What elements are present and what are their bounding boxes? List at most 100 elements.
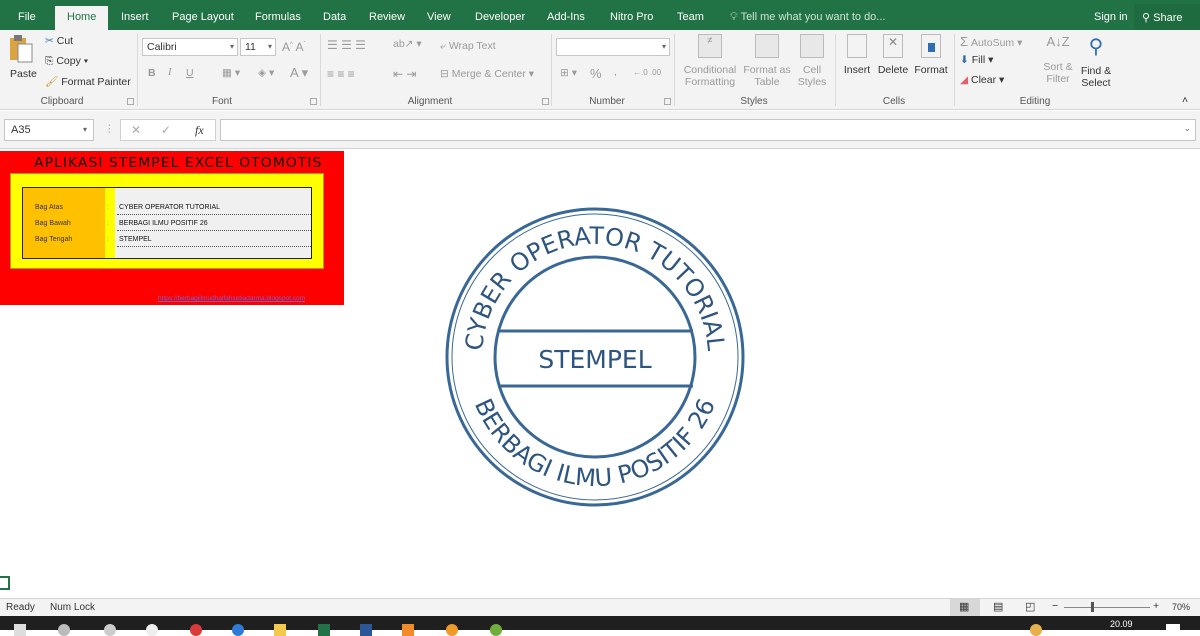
fill-button[interactable]: ⬇ Fill ▾ (960, 54, 993, 66)
tab-team[interactable]: Team (677, 0, 704, 30)
group-label-number: Number (589, 96, 625, 107)
tray-icon[interactable] (1030, 624, 1042, 636)
app-icon-green[interactable] (490, 624, 502, 636)
app-icon-orange[interactable] (402, 624, 414, 636)
insert-function-icon[interactable]: fx (195, 123, 204, 138)
notification-icon[interactable] (1166, 624, 1180, 630)
tab-data[interactable]: Data (323, 0, 346, 30)
start-icon[interactable] (14, 624, 26, 636)
page-break-view-icon[interactable]: ◰ (1025, 600, 1035, 613)
tab-home[interactable]: Home (55, 6, 109, 30)
active-cell-a35[interactable] (0, 576, 10, 590)
search-icon[interactable] (58, 624, 70, 636)
word-icon[interactable] (360, 624, 372, 636)
comma-button[interactable]: , (614, 66, 617, 78)
decimal-icons[interactable]: ←.0 .00 (633, 68, 661, 77)
zoom-slider[interactable] (1064, 607, 1150, 608)
merge-icon: ⊟ (440, 68, 449, 80)
horizontal-align-icons[interactable]: ≡ ≡ ≡ (327, 67, 355, 81)
cut-button[interactable]: ✂ Cut (45, 35, 73, 47)
tab-add-ins[interactable]: Add-Ins (547, 0, 585, 30)
zoom-level[interactable]: 70% (1172, 602, 1190, 612)
zoom-in-button[interactable]: + (1153, 600, 1159, 612)
fill-color-icon[interactable]: ◈ ▾ (258, 67, 274, 79)
vertical-align-icons[interactable]: ☰ ☰ ☰ (327, 38, 366, 52)
stamp-graphic: CYBER OPERATOR TUTORIAL BERBAGI ILMU POS… (445, 207, 745, 507)
indent-icons[interactable]: ⇤ ⇥ (393, 67, 416, 81)
store-icon[interactable] (146, 624, 158, 636)
format-painter-button[interactable]: 🖌︎ Format Painter (45, 75, 131, 88)
font-size-combo[interactable]: 11 ▾ (240, 38, 276, 56)
delete-cells-button[interactable]: ✕ Delete (876, 34, 910, 94)
merge-center-button[interactable]: ⊟ Merge & Center ▾ (440, 68, 534, 80)
tell-me-search[interactable]: 💡︎ Tell me what you want to do... (730, 0, 885, 30)
borders-icon[interactable]: ▦ ▾ (222, 67, 240, 79)
formula-input[interactable]: ⌄ (220, 119, 1196, 141)
tab-developer[interactable]: Developer (475, 0, 525, 30)
enter-icon[interactable]: ✓ (161, 123, 171, 137)
format-as-table-button[interactable]: Format as Table (742, 34, 792, 94)
tab-page-layout[interactable]: Page Layout (172, 0, 234, 30)
formula-bar-grip: ⋮ (104, 123, 115, 135)
expand-formula-icon[interactable]: ⌄ (1183, 123, 1191, 134)
font-launcher[interactable] (310, 98, 317, 105)
conditional-formatting-button[interactable]: ≠ Conditional Formatting (680, 34, 740, 94)
sign-in-link[interactable]: Sign in (1094, 0, 1128, 34)
tab-formulas[interactable]: Formulas (255, 0, 301, 30)
chrome-icon[interactable] (190, 624, 202, 636)
app-icon-round[interactable] (446, 624, 458, 636)
copy-button[interactable]: ⎘ Copy ▾ (45, 55, 88, 68)
task-view-icon[interactable] (104, 624, 116, 636)
font-color-icon[interactable]: A ▾ (290, 65, 308, 81)
worksheet[interactable]: APLIKASI STEMPEL EXCEL OTOMOTIS Bag Atas… (0, 150, 1200, 598)
wrap-text-button[interactable]: ⤶ Wrap Text (440, 40, 496, 53)
font-name-combo[interactable]: Calibri ▾ (142, 38, 238, 56)
format-cells-button[interactable]: Format (912, 34, 950, 94)
excel-icon[interactable] (318, 624, 330, 636)
underline-button[interactable]: U (186, 67, 194, 79)
zoom-out-button[interactable]: − (1052, 600, 1058, 612)
zoom-slider-thumb[interactable] (1091, 602, 1094, 612)
tab-insert[interactable]: Insert (121, 0, 149, 30)
paste-button[interactable]: Paste (8, 34, 38, 90)
sort-filter-button[interactable]: A↓Z Sort & Filter (1038, 34, 1078, 94)
blog-link[interactable]: https://berbagiilmudhalfahsetiadarma.blo… (158, 295, 305, 302)
row-label-top: Bag Atas (35, 204, 64, 211)
cancel-icon[interactable]: ✕ (131, 123, 141, 137)
autosum-button[interactable]: Σ AutoSum ▾ (960, 34, 1022, 49)
windows-taskbar: 20.09 (0, 616, 1200, 636)
tab-review[interactable]: Review (369, 0, 405, 30)
clock-time[interactable]: 20.09 (1110, 619, 1133, 629)
input-bottom-text[interactable]: BERBAGI ILMU POSITIF 26 (119, 220, 208, 227)
format-cells-icon (921, 34, 941, 58)
number-format-combo[interactable]: ▾ (556, 38, 670, 56)
alignment-launcher[interactable] (542, 98, 549, 105)
lightbulb-icon: 💡︎ (730, 11, 741, 23)
name-box[interactable]: A35 ▾ (4, 119, 94, 141)
cell-styles-button[interactable]: Cell Styles (794, 34, 830, 94)
number-launcher[interactable] (664, 98, 671, 105)
percent-button[interactable]: % (590, 66, 602, 81)
share-button[interactable]: ⚲ Share (1134, 4, 1200, 30)
tab-file[interactable]: File (18, 0, 36, 30)
accounting-icon[interactable]: ⊞ ▾ (560, 67, 577, 79)
page-layout-view-icon[interactable]: ▤ (993, 600, 1003, 613)
clipboard-launcher[interactable] (127, 98, 134, 105)
italic-button[interactable]: I (168, 67, 172, 78)
tab-view[interactable]: View (427, 0, 451, 30)
delete-cells-icon: ✕ (883, 34, 903, 58)
insert-cells-button[interactable]: Insert (840, 34, 874, 94)
collapse-ribbon-icon[interactable]: ˄ (1182, 94, 1188, 106)
increase-font-icon[interactable]: A^ Aˇ (282, 40, 306, 54)
file-explorer-icon[interactable] (274, 624, 286, 636)
clear-button[interactable]: ◢ Clear ▾ (960, 74, 1004, 86)
tab-nitro-pro[interactable]: Nitro Pro (610, 0, 653, 30)
bold-button[interactable]: B (148, 67, 156, 79)
orientation-icon[interactable]: ab↗ ▾ (393, 38, 422, 50)
input-frame: Bag Atas : CYBER OPERATOR TUTORIAL Bag B… (10, 173, 324, 269)
input-top-text[interactable]: CYBER OPERATOR TUTORIAL (119, 204, 220, 211)
find-select-button[interactable]: ⚲ Find & Select (1076, 34, 1116, 94)
edge-icon[interactable] (232, 624, 244, 636)
input-middle-text[interactable]: STEMPEL (119, 236, 152, 243)
normal-view-icon[interactable]: ▦ (959, 600, 969, 613)
